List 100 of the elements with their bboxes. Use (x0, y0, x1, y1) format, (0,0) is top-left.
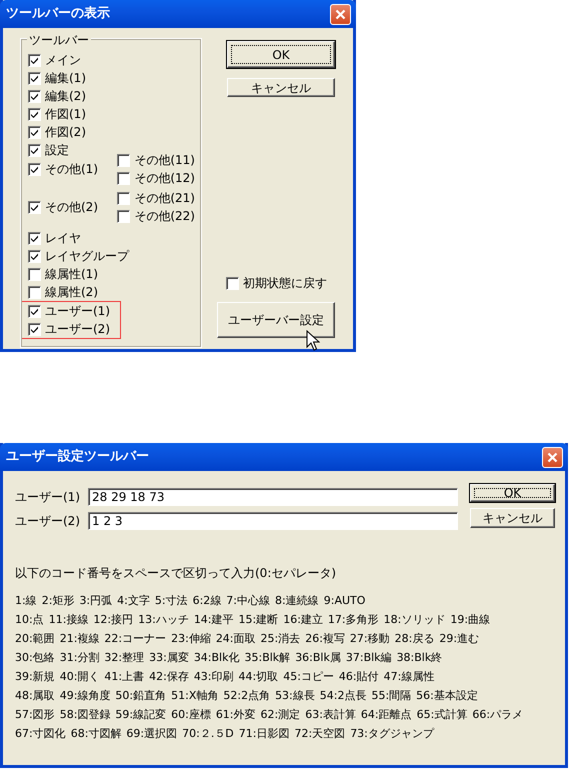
checkbox[interactable] (28, 322, 41, 336)
code-item: 22:コーナー (104, 631, 166, 648)
checkbox-label: 作図(2) (45, 124, 86, 141)
checkbox-label: レイヤ (45, 230, 81, 247)
cancel-button[interactable]: キャンセル (470, 508, 555, 528)
code-item: 55:間隔 (371, 688, 412, 704)
checkbox[interactable] (28, 250, 41, 262)
code-item: 71:日影図 (238, 726, 290, 742)
code-item: 62:測定 (260, 707, 300, 724)
code-item: 65:式計算 (416, 707, 468, 724)
code-item: 42:保存 (149, 669, 189, 686)
code-item: 64:距離点 (360, 707, 412, 724)
code-item: 73:タグジャンプ (350, 726, 434, 742)
mouse-pointer-icon (306, 330, 320, 351)
checkbox[interactable] (117, 210, 130, 222)
checkbox-label: 設定 (45, 142, 69, 159)
code-item: 20:範囲 (15, 631, 55, 648)
code-item: 46:貼付 (338, 669, 379, 686)
checkbox-label: ユーザー(2) (45, 321, 110, 338)
close-icon (547, 452, 558, 462)
checkbox[interactable] (28, 232, 41, 244)
code-item: 59:線記変 (115, 707, 166, 724)
checkbox[interactable] (28, 200, 41, 214)
code-item: 43:印刷 (194, 669, 234, 686)
checkbox[interactable] (28, 144, 41, 156)
code-item: 70:２.５D (182, 726, 234, 742)
code-item: 61:外変 (216, 707, 256, 724)
code-item: 35:Blk解 (244, 650, 290, 666)
code-item: 44:切取 (238, 669, 278, 686)
checkbox-label: その他(12) (134, 170, 195, 187)
code-item: 21:複線 (60, 631, 100, 648)
checkbox-label: 編集(1) (45, 70, 86, 87)
code-item: 60:座標 (171, 707, 211, 724)
code-item: 26:複写 (305, 631, 345, 648)
ok-button[interactable]: OK (470, 484, 555, 502)
checkbox-label: 線属性(2) (45, 284, 98, 301)
ok-button[interactable]: OK (227, 41, 335, 68)
code-item: 72:天空図 (294, 726, 346, 742)
code-item: 45:コピー (283, 669, 334, 686)
check-icon (30, 164, 39, 174)
code-item: 5:寸法 (154, 593, 188, 610)
checkbox[interactable] (28, 126, 41, 138)
code-item: 18:ソリッド (384, 612, 446, 628)
checkbox[interactable] (28, 286, 41, 298)
code-item: 15:建断 (238, 612, 278, 628)
input-field[interactable]: 28 29 18 73 (88, 488, 458, 506)
code-item: 1:線 (15, 593, 37, 610)
checkbox[interactable] (226, 276, 239, 290)
checkbox[interactable] (28, 72, 41, 84)
code-item: 57:図形 (15, 707, 55, 724)
check-icon (30, 202, 39, 212)
checkbox-label: その他(22) (134, 208, 195, 225)
code-item: 34:Blk化 (194, 650, 240, 666)
checkbox[interactable] (28, 108, 41, 120)
code-item: 66:パラメ (472, 707, 524, 724)
code-item: 56:基本設定 (416, 688, 478, 704)
cancel-button[interactable]: キャンセル (227, 78, 335, 97)
code-item: 6:2線 (192, 593, 222, 610)
checkbox[interactable] (117, 192, 130, 204)
code-item: 17:多角形 (328, 612, 379, 628)
code-item: 9:AUTO (324, 593, 366, 610)
checkbox-label: その他(21) (134, 190, 195, 207)
code-item: 28:戻る (394, 631, 434, 648)
code-item: 4:文字 (117, 593, 150, 610)
close-button[interactable] (542, 446, 563, 468)
instruction-text: 以下のコード番号をスペースで区切って入力(0:セパレータ) (15, 565, 338, 582)
checkbox-label: ユーザー(1) (45, 303, 110, 320)
checkbox-label: 作図(1) (45, 106, 86, 123)
code-item: 58:図登録 (60, 707, 110, 724)
code-item: 63:表計算 (305, 707, 356, 724)
checkbox[interactable] (28, 162, 41, 176)
window-title: ツールバーの表示 (6, 5, 110, 24)
checkbox-label: 初期状態に戻す (243, 275, 327, 292)
code-item: 39:新規 (15, 669, 55, 686)
code-item: 37:Blk編 (346, 650, 392, 666)
code-item: 69:選択図 (126, 726, 178, 742)
code-item: 29:進む (439, 631, 480, 648)
code-item: 51:X軸角 (171, 688, 218, 704)
code-item: 11:接線 (48, 612, 88, 628)
close-button[interactable] (330, 4, 351, 24)
code-item: 41:上書 (104, 669, 144, 686)
checkbox[interactable] (28, 54, 41, 66)
code-item: 33:属変 (149, 650, 189, 666)
code-item: 67:寸図化 (15, 726, 66, 742)
code-item: 27:移動 (350, 631, 390, 648)
input-field[interactable]: 1 2 3 (88, 512, 458, 530)
code-item: 53:線長 (275, 688, 315, 704)
checkbox[interactable] (28, 90, 41, 102)
code-item: 16:建立 (283, 612, 323, 628)
close-icon (335, 8, 346, 20)
user-bar-settings-button[interactable]: ユーザーバー設定 (217, 302, 335, 338)
code-item: 31:分割 (60, 650, 100, 666)
checkbox[interactable] (28, 268, 41, 280)
checkbox-label: 線属性(1) (45, 266, 98, 283)
checkbox[interactable] (117, 154, 130, 166)
code-item: 7:中心線 (226, 593, 270, 610)
checkbox[interactable] (28, 304, 41, 318)
code-item: 38:Blk終 (396, 650, 442, 666)
code-item: 49:線角度 (60, 688, 110, 704)
checkbox[interactable] (117, 172, 130, 184)
